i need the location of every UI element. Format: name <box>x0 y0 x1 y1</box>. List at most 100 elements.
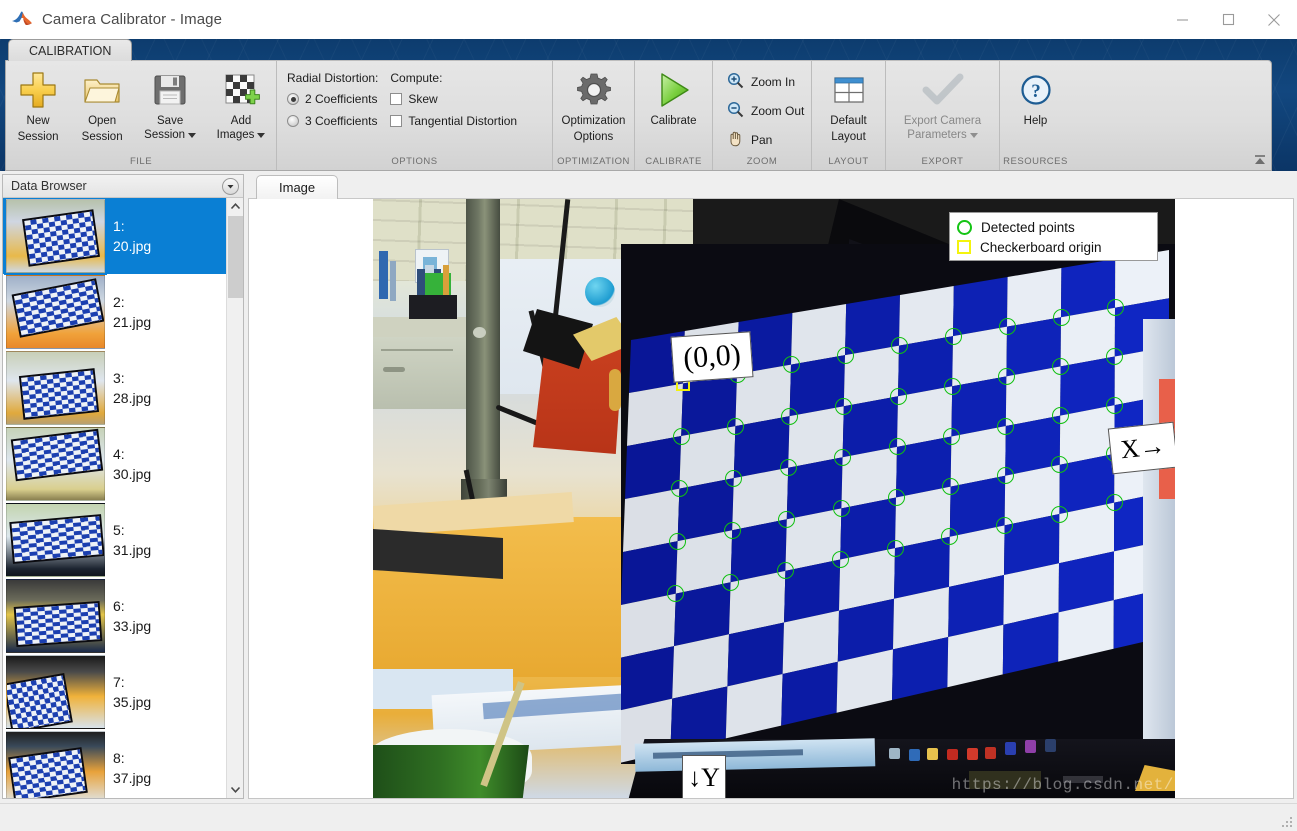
scrollbar-thumb[interactable] <box>227 216 243 298</box>
legend-row-detected-points: Detected points <box>957 217 1150 237</box>
ribbon-tab-row: CALIBRATION <box>0 39 1297 61</box>
detected-point-marker <box>942 427 960 445</box>
data-browser-item[interactable]: 3: 28.jpg <box>3 350 226 426</box>
detected-point-marker <box>669 532 687 550</box>
detected-point-marker <box>831 551 849 568</box>
watermark-text: https://blog.csdn.net/qq_37389133 <box>951 776 1285 794</box>
default-layout-label-2: Layout <box>831 130 866 143</box>
default-layout-label-1: Default <box>830 115 867 127</box>
image-canvas[interactable]: Detected points Checkerboard origin (0,0… <box>248 199 1294 799</box>
tab-calibration[interactable]: CALIBRATION <box>8 39 133 61</box>
ribbon-body: New Session Open Session Save Session Ad… <box>5 60 1272 171</box>
thumbnail-image <box>4 198 107 275</box>
close-button[interactable] <box>1251 0 1297 39</box>
data-browser-item[interactable]: 5: 31.jpg <box>3 502 226 578</box>
checkbox-skew[interactable]: Skew <box>390 92 517 106</box>
image-tab-bar: Image <box>248 174 1294 199</box>
data-browser-item-label: 7: 35.jpg <box>113 674 152 710</box>
resize-grip-icon[interactable] <box>1282 817 1294 829</box>
data-browser-item[interactable]: 4: 30.jpg <box>3 426 226 502</box>
zoom-out-button[interactable]: Zoom Out <box>721 98 810 124</box>
help-button[interactable]: ? Help <box>1000 61 1071 131</box>
add-images-icon <box>220 67 262 113</box>
calibrate-button[interactable]: Calibrate <box>635 61 712 131</box>
add-images-button[interactable]: Add Images <box>206 61 276 142</box>
zoom-items: Zoom In Zoom Out Pan <box>713 61 810 153</box>
detected-point-marker <box>723 521 741 539</box>
detected-point-marker <box>943 377 961 395</box>
save-session-button[interactable]: Save Session <box>134 61 206 142</box>
radio-2-coefficients[interactable]: 2 Coefficients <box>287 92 378 106</box>
collapse-ribbon-icon[interactable] <box>1252 152 1268 168</box>
new-session-label-1: New <box>26 115 50 127</box>
data-browser-item[interactable]: 7: 35.jpg <box>3 654 226 730</box>
y-axis-annotation: ↓Y <box>682 755 726 798</box>
detected-point-marker <box>944 327 962 345</box>
data-browser-list[interactable]: 1: 20.jpg 2: 21.jpg 3: 28.jpg 4: 30.jpg 5: 31.jpg… <box>3 198 226 798</box>
data-browser-panel: Data Browser 1: 20.jpg 2: 21.jpg 3: 28.jpg 4: 3… <box>2 174 244 799</box>
data-browser-item[interactable]: 2: 21.jpg <box>3 274 226 350</box>
checkbox-skew-label: Skew <box>408 92 438 106</box>
radial-distortion-header: Radial Distortion: <box>287 71 379 85</box>
detected-point-marker <box>835 397 853 415</box>
group-label-options: OPTIONS <box>391 156 438 167</box>
export-dropdown-caret-icon[interactable] <box>969 132 978 138</box>
ribbon-group-export: Export Camera Parameters EXPORT <box>885 61 999 170</box>
ribbon-group-layout: Default Layout LAYOUT <box>811 61 885 170</box>
detected-point-marker <box>672 427 690 445</box>
chevron-down-circle-icon[interactable] <box>222 177 239 195</box>
detected-point-marker <box>726 417 744 435</box>
group-label-file: FILE <box>129 156 153 167</box>
title-bar: Camera Calibrator - Image <box>0 0 1297 39</box>
save-session-label-2: Session <box>144 128 186 141</box>
ribbon-group-file: New Session Open Session Save Session Ad… <box>6 61 276 170</box>
data-browser-header: Data Browser <box>3 175 243 198</box>
hand-pan-icon <box>727 130 744 150</box>
pan-button[interactable]: Pan <box>721 127 810 153</box>
detected-points-marker-icon <box>957 219 972 235</box>
tab-image[interactable]: Image <box>256 175 339 199</box>
new-session-button[interactable]: New Session <box>6 61 70 144</box>
data-browser-scrollbar[interactable] <box>226 198 243 798</box>
matlab-logo-icon <box>11 9 33 31</box>
data-browser-item[interactable]: 1: 20.jpg <box>3 198 226 275</box>
add-images-label-2-row: Images <box>217 129 266 143</box>
checkmark-icon <box>921 67 965 113</box>
maximize-button[interactable] <box>1205 0 1251 39</box>
zoom-out-label: Zoom Out <box>751 104 805 118</box>
open-session-button[interactable]: Open Session <box>70 61 134 144</box>
floppy-disk-icon <box>150 67 190 113</box>
group-label-resources: RESOURCES <box>1003 156 1068 167</box>
add-images-dropdown-caret-icon[interactable] <box>257 132 266 138</box>
legend-row-checkerboard-origin: Checkerboard origin <box>957 237 1150 257</box>
default-layout-button[interactable]: Default Layout <box>812 61 885 144</box>
save-session-dropdown-caret-icon[interactable] <box>188 132 197 138</box>
data-browser-item-label: 8: 37.jpg <box>113 750 152 786</box>
export-camera-parameters-button[interactable]: Export Camera Parameters <box>886 61 999 142</box>
checkbox-tangential-label: Tangential Distortion <box>408 114 518 128</box>
checkbox-tangential-distortion[interactable]: Tangential Distortion <box>390 114 517 128</box>
data-browser-list-wrap: 1: 20.jpg 2: 21.jpg 3: 28.jpg 4: 30.jpg 5: 31.jpg… <box>3 198 243 798</box>
data-browser-item-label: 4: 30.jpg <box>113 446 152 482</box>
save-session-label-2-row: Session <box>144 128 197 143</box>
ribbon-group-resources: ? Help RESOURCES <box>999 61 1071 170</box>
status-bar <box>0 803 1297 831</box>
save-session-label-1: Save <box>157 115 184 127</box>
thumbnail-image <box>6 655 105 729</box>
detected-point-marker <box>889 387 907 405</box>
zoom-in-button[interactable]: Zoom In <box>721 69 810 95</box>
detected-point-marker <box>1051 407 1069 425</box>
calibration-photo: Detected points Checkerboard origin (0,0… <box>373 199 1175 798</box>
origin-annotation: (0,0) <box>670 331 754 383</box>
data-browser-item[interactable]: 6: 33.jpg <box>3 578 226 654</box>
export-camera-parameters-label-2-row: Parameters <box>907 129 978 143</box>
chevron-up-icon[interactable] <box>227 198 244 215</box>
minimize-button[interactable] <box>1159 0 1205 39</box>
thumbnail-image <box>6 427 105 501</box>
data-browser-item[interactable]: 8: 37.jpg <box>3 730 226 798</box>
radio-3-coefficients[interactable]: 3 Coefficients <box>287 114 378 128</box>
thumbnail-image <box>6 503 105 577</box>
data-browser-item-label: 1: 20.jpg <box>113 218 152 254</box>
optimization-options-button[interactable]: Optimization Options <box>553 61 634 144</box>
chevron-down-icon[interactable] <box>227 781 244 798</box>
